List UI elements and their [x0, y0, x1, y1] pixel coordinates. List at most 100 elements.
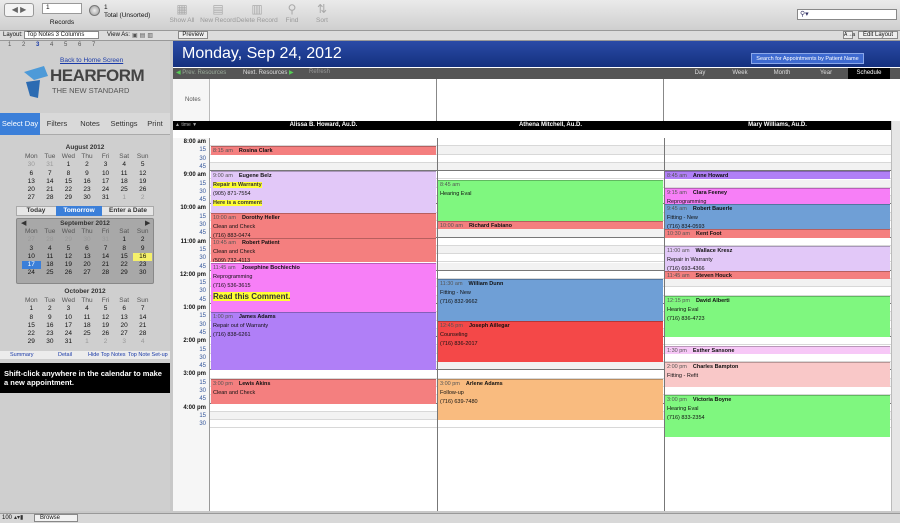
appointment-block[interactable]: 11:45 am Steven Houck	[665, 270, 890, 280]
schedule-slot[interactable]	[210, 138, 891, 147]
mode-select[interactable]: Browse	[34, 514, 78, 522]
hide-top-notes-link[interactable]: Hide Top Notes	[88, 352, 126, 358]
calendar-day[interactable]: 16	[78, 178, 97, 186]
schedule-slot[interactable]	[210, 154, 891, 163]
calendar-day[interactable]: 27	[22, 194, 41, 202]
calendar-day[interactable]: 2	[78, 161, 97, 169]
calendar-day[interactable]: 13	[22, 178, 41, 186]
refresh-button[interactable]: Refresh	[309, 69, 330, 75]
calendar-day[interactable]: 10	[96, 170, 115, 178]
calendar-day[interactable]: 20	[115, 322, 134, 330]
appointment-block[interactable]: 8:45 am Anne Howard	[665, 171, 890, 180]
edit-layout-button[interactable]: Edit Layout	[858, 31, 898, 39]
calendar-day[interactable]: 26	[59, 269, 78, 277]
calendar-day[interactable]: 3	[59, 305, 78, 313]
appointment-block[interactable]: 10:30 am Kent Foot	[665, 229, 890, 238]
tab-select-day[interactable]: Select Day	[0, 113, 40, 135]
time-sort-toggle[interactable]: ▲ time ▼	[175, 121, 197, 130]
calendar-day[interactable]: 18	[78, 322, 97, 330]
calendar-day[interactable]: 22	[22, 330, 41, 338]
calendar-day[interactable]: 31	[59, 338, 78, 346]
quick-find-input[interactable]: ⚲▾	[797, 9, 897, 20]
calendar-day[interactable]: 2	[96, 338, 115, 346]
tomorrow-button[interactable]: Tomorrow	[56, 206, 102, 216]
calendar-day[interactable]: 27	[22, 236, 41, 244]
appointment-block[interactable]: 8:15 am Rosina Clark	[211, 146, 436, 155]
calendar-day[interactable]: 27	[115, 330, 134, 338]
calendar-day[interactable]: 21	[96, 261, 115, 269]
calendar-day[interactable]: 31	[96, 236, 115, 244]
notes-cell-1[interactable]	[210, 79, 437, 121]
calendar-day[interactable]: 8	[115, 245, 134, 253]
page-number[interactable]: 3	[36, 42, 39, 48]
calendar-day[interactable]: 14	[133, 314, 152, 322]
calendar-day[interactable]: 1	[115, 194, 134, 202]
calendar-day[interactable]: 27	[78, 269, 97, 277]
calendar-day[interactable]: 14	[96, 253, 115, 261]
calendar-day[interactable]: 5	[59, 245, 78, 253]
calendar-day[interactable]: 1	[115, 236, 134, 244]
calendar-day[interactable]: 23	[41, 330, 60, 338]
calendar-day[interactable]: 4	[115, 161, 134, 169]
calendar-day[interactable]: 18	[41, 261, 60, 269]
calendar-day[interactable]: 13	[115, 314, 134, 322]
calendar-day[interactable]: 2	[133, 194, 152, 202]
next-record-icon[interactable]: ▶	[20, 5, 26, 14]
today-button[interactable]: Today	[16, 207, 56, 214]
calendar-day[interactable]: 5	[133, 161, 152, 169]
calendar-day[interactable]: 22	[59, 186, 78, 194]
appointment-block[interactable]: 9:45 am Robert Bauerle Fitting - New (716) …	[665, 204, 890, 230]
calendar-day[interactable]: 24	[96, 186, 115, 194]
calendar-day[interactable]: 21	[133, 322, 152, 330]
calendar-day[interactable]: 30	[78, 194, 97, 202]
appointment-block[interactable]: 12:15 pm David Alberti Hearing Eval (716) 8…	[665, 295, 890, 338]
calendar-day[interactable]: 8	[22, 314, 41, 322]
calendar-day[interactable]: 12	[96, 314, 115, 322]
calendar-day[interactable]: 3	[22, 245, 41, 253]
schedule-grid[interactable]: 8:00 am 15 30 45 9:00 am 15 30 45 10:00 am 15 30 45…	[173, 138, 891, 511]
calendar-day[interactable]: 23	[78, 186, 97, 194]
calendar-day[interactable]: 7	[133, 305, 152, 313]
appointment-block[interactable]: 12:45 pm Joseph Aillegar Counseling (716) 8…	[438, 320, 663, 363]
top-note-setup-link[interactable]: Top Note Set-up	[128, 352, 168, 358]
calendar-day[interactable]: 6	[78, 245, 97, 253]
appointment-block[interactable]: 11:45 am Josephine Bochiechio Reprogrammin…	[211, 262, 436, 313]
appointment-block[interactable]: 10:00 am Richard Fabiano	[438, 221, 663, 230]
calendar-day[interactable]: 11	[115, 170, 134, 178]
calendar-day[interactable]: 14	[41, 178, 60, 186]
calendar-day[interactable]: 1	[78, 338, 97, 346]
appointment-block[interactable]: 8:45 am Hearing Eval	[438, 179, 663, 221]
notes-cell-2[interactable]	[437, 79, 664, 121]
page-number[interactable]: 1	[8, 42, 11, 48]
calendar-day[interactable]: 21	[41, 186, 60, 194]
appointment-block[interactable]: 10:00 am Dorothy Heller Clean and Check (71…	[211, 212, 436, 238]
calendar-day[interactable]: 30	[41, 338, 60, 346]
calendar-day[interactable]: 2	[133, 236, 152, 244]
calendar-day[interactable]: 25	[115, 186, 134, 194]
calendar-day[interactable]: 13	[78, 253, 97, 261]
calendar-day[interactable]: 29	[59, 194, 78, 202]
tab-print[interactable]: Print	[143, 113, 167, 135]
calendar-day[interactable]: 15	[115, 253, 134, 261]
calendar-day[interactable]: 17	[96, 178, 115, 186]
back-to-home-link[interactable]: Back to Home Screen	[60, 57, 123, 64]
calendar-day[interactable]: 6	[115, 305, 134, 313]
calendar-day[interactable]: 25	[41, 269, 60, 277]
view-day[interactable]: Day	[680, 68, 720, 79]
calendar-day[interactable]: 5	[96, 305, 115, 313]
calendar-day[interactable]: 7	[41, 170, 60, 178]
calendar-day[interactable]: 15	[59, 178, 78, 186]
appointment-block[interactable]: 9:15 am Clara Feeney Reprogramming	[665, 187, 890, 205]
appointment-block[interactable]: 3:00 pm Lewis Akins Clean and Check	[211, 378, 436, 404]
calendar-day[interactable]: 31	[41, 161, 60, 169]
calendar-day[interactable]: 20	[78, 261, 97, 269]
calendar-day[interactable]: 29	[115, 269, 134, 277]
calendar-day[interactable]: 19	[59, 261, 78, 269]
calendar-day[interactable]: 29	[22, 338, 41, 346]
appointment-block[interactable]: 1:00 pm James Adams Repair out of Warranty…	[211, 312, 436, 371]
appointment-block[interactable]: 3:00 pm Victoria Boyne Hearing Eval (716) 8…	[665, 395, 890, 437]
new-record-button[interactable]: ▤ New Record	[196, 3, 240, 25]
view-week[interactable]: Week	[720, 68, 760, 79]
calendar-day[interactable]: 26	[133, 186, 152, 194]
next-resources-button[interactable]: Next. Resources ▶	[243, 69, 294, 76]
